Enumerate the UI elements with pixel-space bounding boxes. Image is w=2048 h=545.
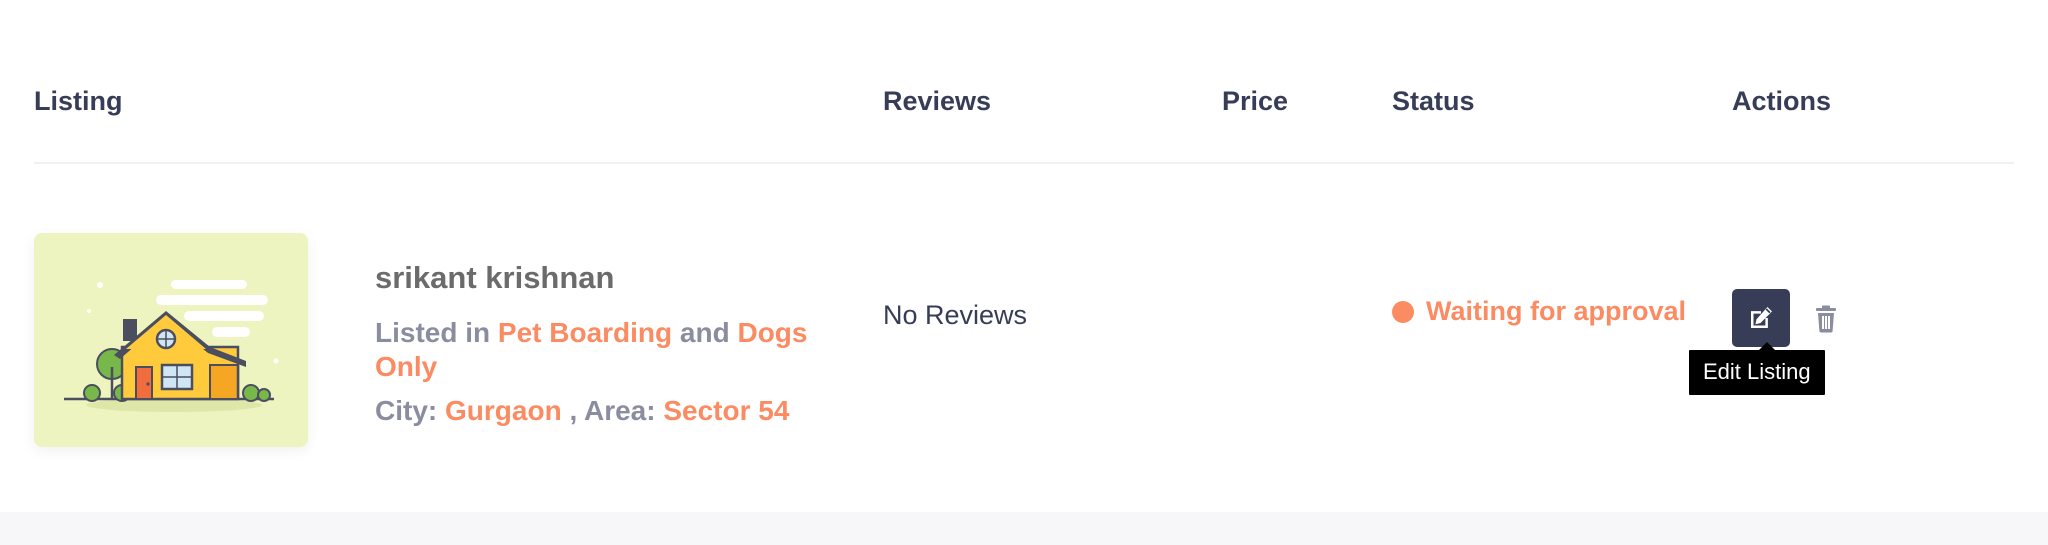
listing-categories: Listed in Pet Boarding and Dogs Only — [375, 316, 815, 384]
area-label: , Area: — [569, 395, 656, 426]
edit-listing-tooltip: Edit Listing — [1689, 342, 1825, 395]
listed-in-label: Listed in — [375, 317, 491, 348]
city-label: City: — [375, 395, 438, 426]
column-header-actions: Actions — [1732, 86, 1832, 116]
house-illustration-icon — [64, 280, 279, 412]
listing-title[interactable]: srikant krishnan — [375, 260, 614, 296]
category-link-pet-boarding[interactable]: Pet Boarding — [498, 317, 672, 348]
table-header: Listing Reviews Price Status Actions — [34, 0, 2014, 164]
status-dot-icon — [1392, 300, 1414, 323]
reviews-cell: No Reviews — [883, 300, 1028, 330]
table-row: srikant krishnan Listed in Pet Boarding … — [0, 162, 2048, 512]
edit-icon — [1751, 307, 1772, 328]
listing-thumbnail[interactable] — [34, 233, 308, 447]
column-header-reviews: Reviews — [883, 86, 992, 116]
listing-location: City: Gurgaon , Area: Sector 54 — [375, 395, 789, 427]
column-header-listing: Listing — [34, 86, 123, 116]
status-badge: Waiting for approval — [1392, 296, 1686, 327]
and-label: and — [679, 317, 730, 348]
edit-listing-button[interactable] — [1732, 289, 1790, 347]
page-footer-strip — [0, 512, 2048, 545]
column-header-price: Price — [1222, 86, 1289, 116]
delete-listing-button[interactable] — [1810, 302, 1842, 336]
area-link[interactable]: Sector 54 — [663, 395, 789, 426]
trash-icon — [1816, 305, 1836, 333]
column-header-status: Status — [1392, 86, 1475, 116]
status-text: Waiting for approval — [1426, 296, 1687, 326]
city-link[interactable]: Gurgaon — [445, 395, 562, 426]
